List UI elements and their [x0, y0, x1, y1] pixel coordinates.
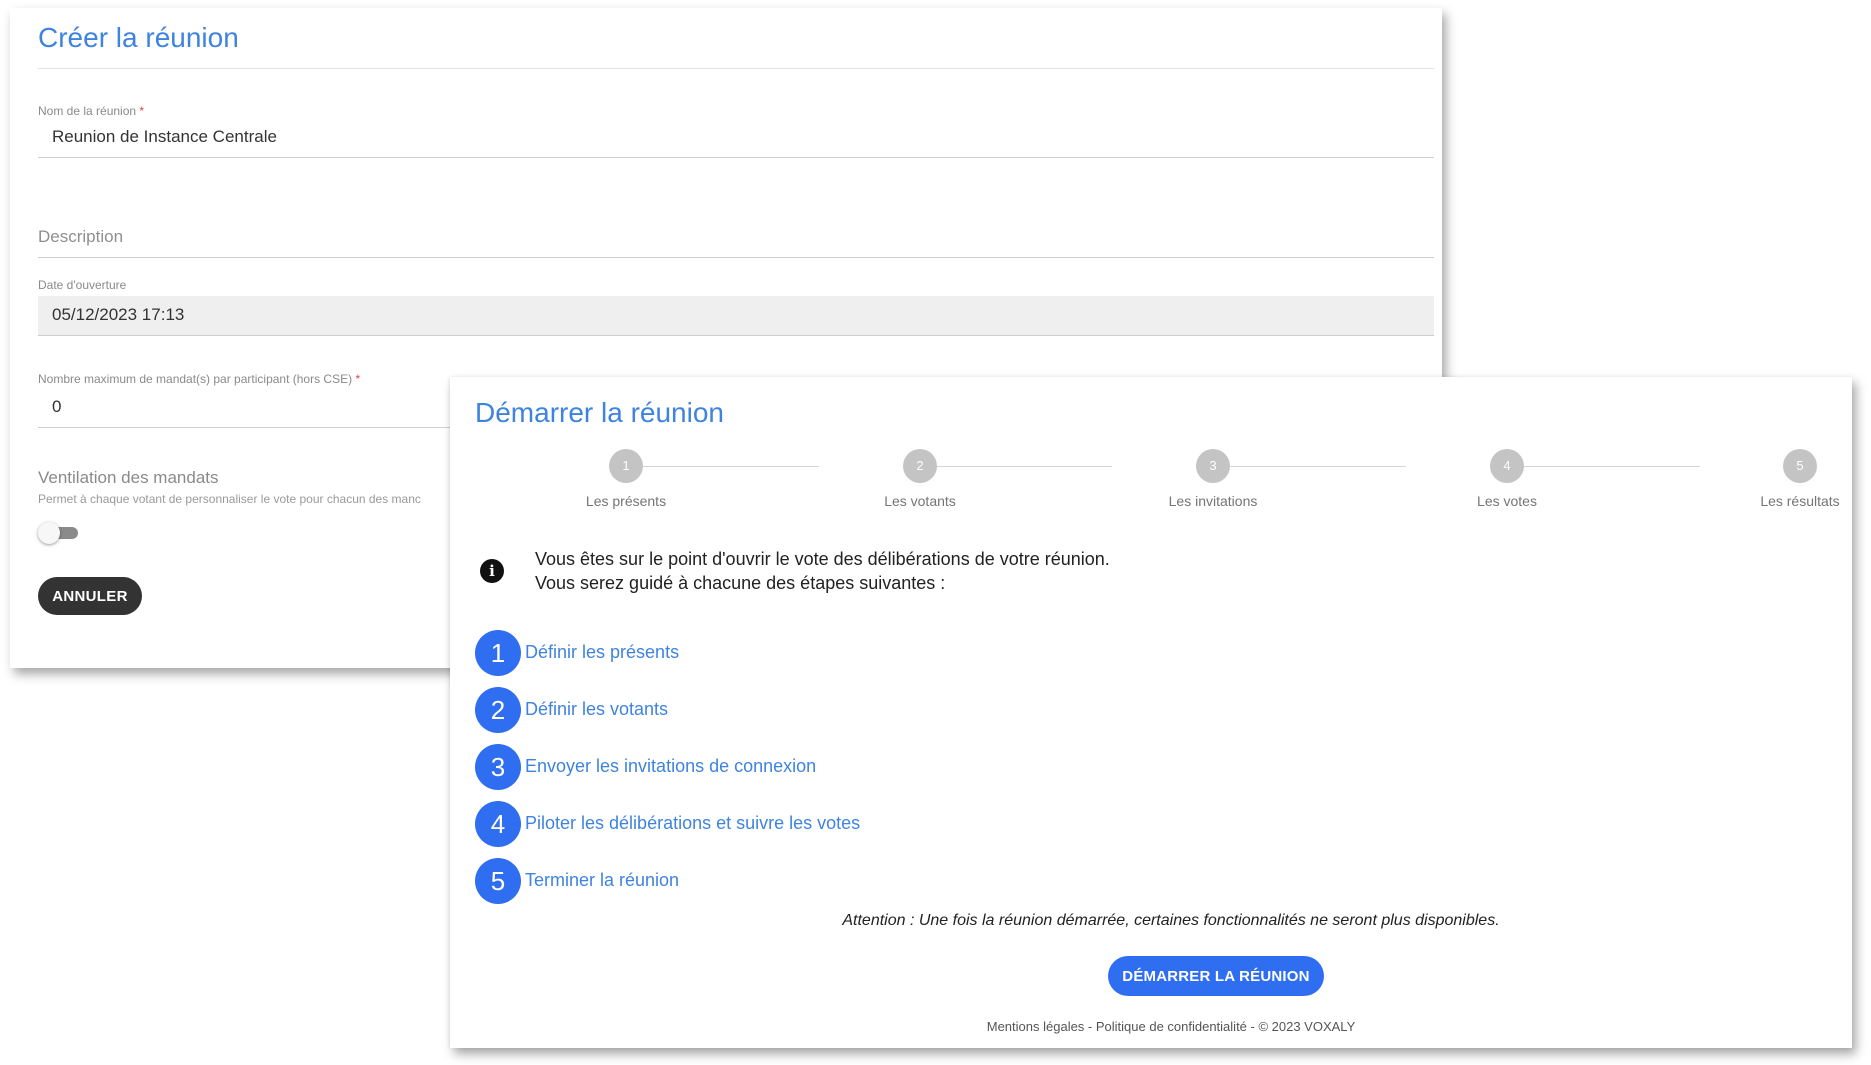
step-number-badge: 4 — [475, 800, 521, 847]
step-number-badge: 5 — [475, 857, 521, 904]
step-link-invitations[interactable]: Envoyer les invitations de connexion — [525, 756, 816, 777]
toggle-knob — [38, 522, 60, 544]
stepper-step-presents: 1 Les présents — [546, 449, 706, 509]
stepper-step-label: Les votes — [1477, 493, 1537, 509]
step-item-terminer: 5 Terminer la réunion — [475, 852, 860, 909]
stepper-step-number: 1 — [609, 449, 643, 483]
step-link-terminer[interactable]: Terminer la réunion — [525, 870, 679, 891]
meeting-name-input[interactable]: Reunion de Instance Centrale — [38, 118, 1434, 158]
title-divider — [38, 68, 1434, 69]
description-field[interactable]: Description — [38, 218, 1434, 258]
stepper-step-label: Les résultats — [1760, 493, 1840, 509]
max-mandates-input[interactable]: 0 — [38, 388, 458, 428]
step-item-votes: 4 Piloter les délibérations et suivre le… — [475, 795, 860, 852]
stepper-step-invitations: 3 Les invitations — [1133, 449, 1293, 509]
step-link-votants[interactable]: Définir les votants — [525, 699, 668, 720]
max-mandates-field[interactable]: Nombre maximum de mandat(s) par particip… — [38, 372, 458, 428]
stepper-step-label: Les présents — [585, 493, 667, 509]
start-meeting-title: Démarrer la réunion — [475, 397, 724, 428]
info-line-1: Vous êtes sur le point d'ouvrir le vote … — [535, 549, 1110, 569]
info-icon: i — [480, 559, 504, 583]
stepper-step-label: Les votants — [884, 493, 956, 509]
stepper-step-label: Les invitations — [1168, 493, 1258, 509]
step-link-votes[interactable]: Piloter les délibérations et suivre les … — [525, 813, 860, 834]
step-link-presents[interactable]: Définir les présents — [525, 642, 679, 663]
opening-date-input: 05/12/2023 17:13 — [38, 296, 1434, 336]
stepper-step-resultats: 5 Les résultats — [1720, 449, 1871, 509]
ventilation-subtitle: Permet à chaque votant de personnaliser … — [38, 492, 421, 506]
attention-warning: Attention : Une fois la réunion démarrée… — [842, 912, 1500, 929]
info-line-2: Vous serez guidé à chacune des étapes su… — [535, 573, 946, 593]
ventilation-toggle[interactable] — [38, 522, 78, 544]
step-number-badge: 2 — [475, 686, 521, 733]
stepper-step-number: 3 — [1196, 449, 1230, 483]
stepper-step-number: 2 — [903, 449, 937, 483]
opening-date-label: Date d'ouverture — [38, 278, 127, 292]
step-item-votants: 2 Définir les votants — [475, 681, 860, 738]
ventilation-section: Ventilation des mandats Permet à chaque … — [38, 468, 458, 506]
info-text: Vous êtes sur le point d'ouvrir le vote … — [535, 547, 1110, 595]
steps-list: 1 Définir les présents 2 Définir les vot… — [475, 624, 860, 909]
step-item-invitations: 3 Envoyer les invitations de connexion — [475, 738, 860, 795]
step-number-badge: 3 — [475, 743, 521, 790]
stepper-step-number: 5 — [1783, 449, 1817, 483]
stepper: 1 Les présents 2 Les votants 3 Les invit… — [450, 449, 1852, 509]
meeting-name-label: Nom de la réunion * — [38, 104, 145, 118]
max-mandates-label: Nombre maximum de mandat(s) par particip… — [38, 372, 361, 386]
start-meeting-button[interactable]: DÉMARRER LA RÉUNION — [1108, 956, 1324, 996]
opening-date-field: Date d'ouverture 05/12/2023 17:13 — [38, 278, 1434, 336]
step-number-badge: 1 — [475, 629, 521, 676]
cancel-button[interactable]: ANNULER — [38, 577, 142, 615]
create-meeting-title: Créer la réunion — [38, 22, 239, 53]
start-meeting-panel: Démarrer la réunion 1 Les présents 2 Les… — [450, 377, 1852, 1048]
stepper-step-number: 4 — [1490, 449, 1524, 483]
meeting-name-field[interactable]: Nom de la réunion * Reunion de Instance … — [38, 104, 1434, 158]
step-item-presents: 1 Définir les présents — [475, 624, 860, 681]
stepper-step-votants: 2 Les votants — [840, 449, 1000, 509]
stepper-step-votes: 4 Les votes — [1427, 449, 1587, 509]
ventilation-title: Ventilation des mandats — [38, 468, 219, 487]
footer: Mentions légales - Politique de confiden… — [986, 1019, 1356, 1034]
description-input[interactable]: Description — [38, 218, 1434, 258]
